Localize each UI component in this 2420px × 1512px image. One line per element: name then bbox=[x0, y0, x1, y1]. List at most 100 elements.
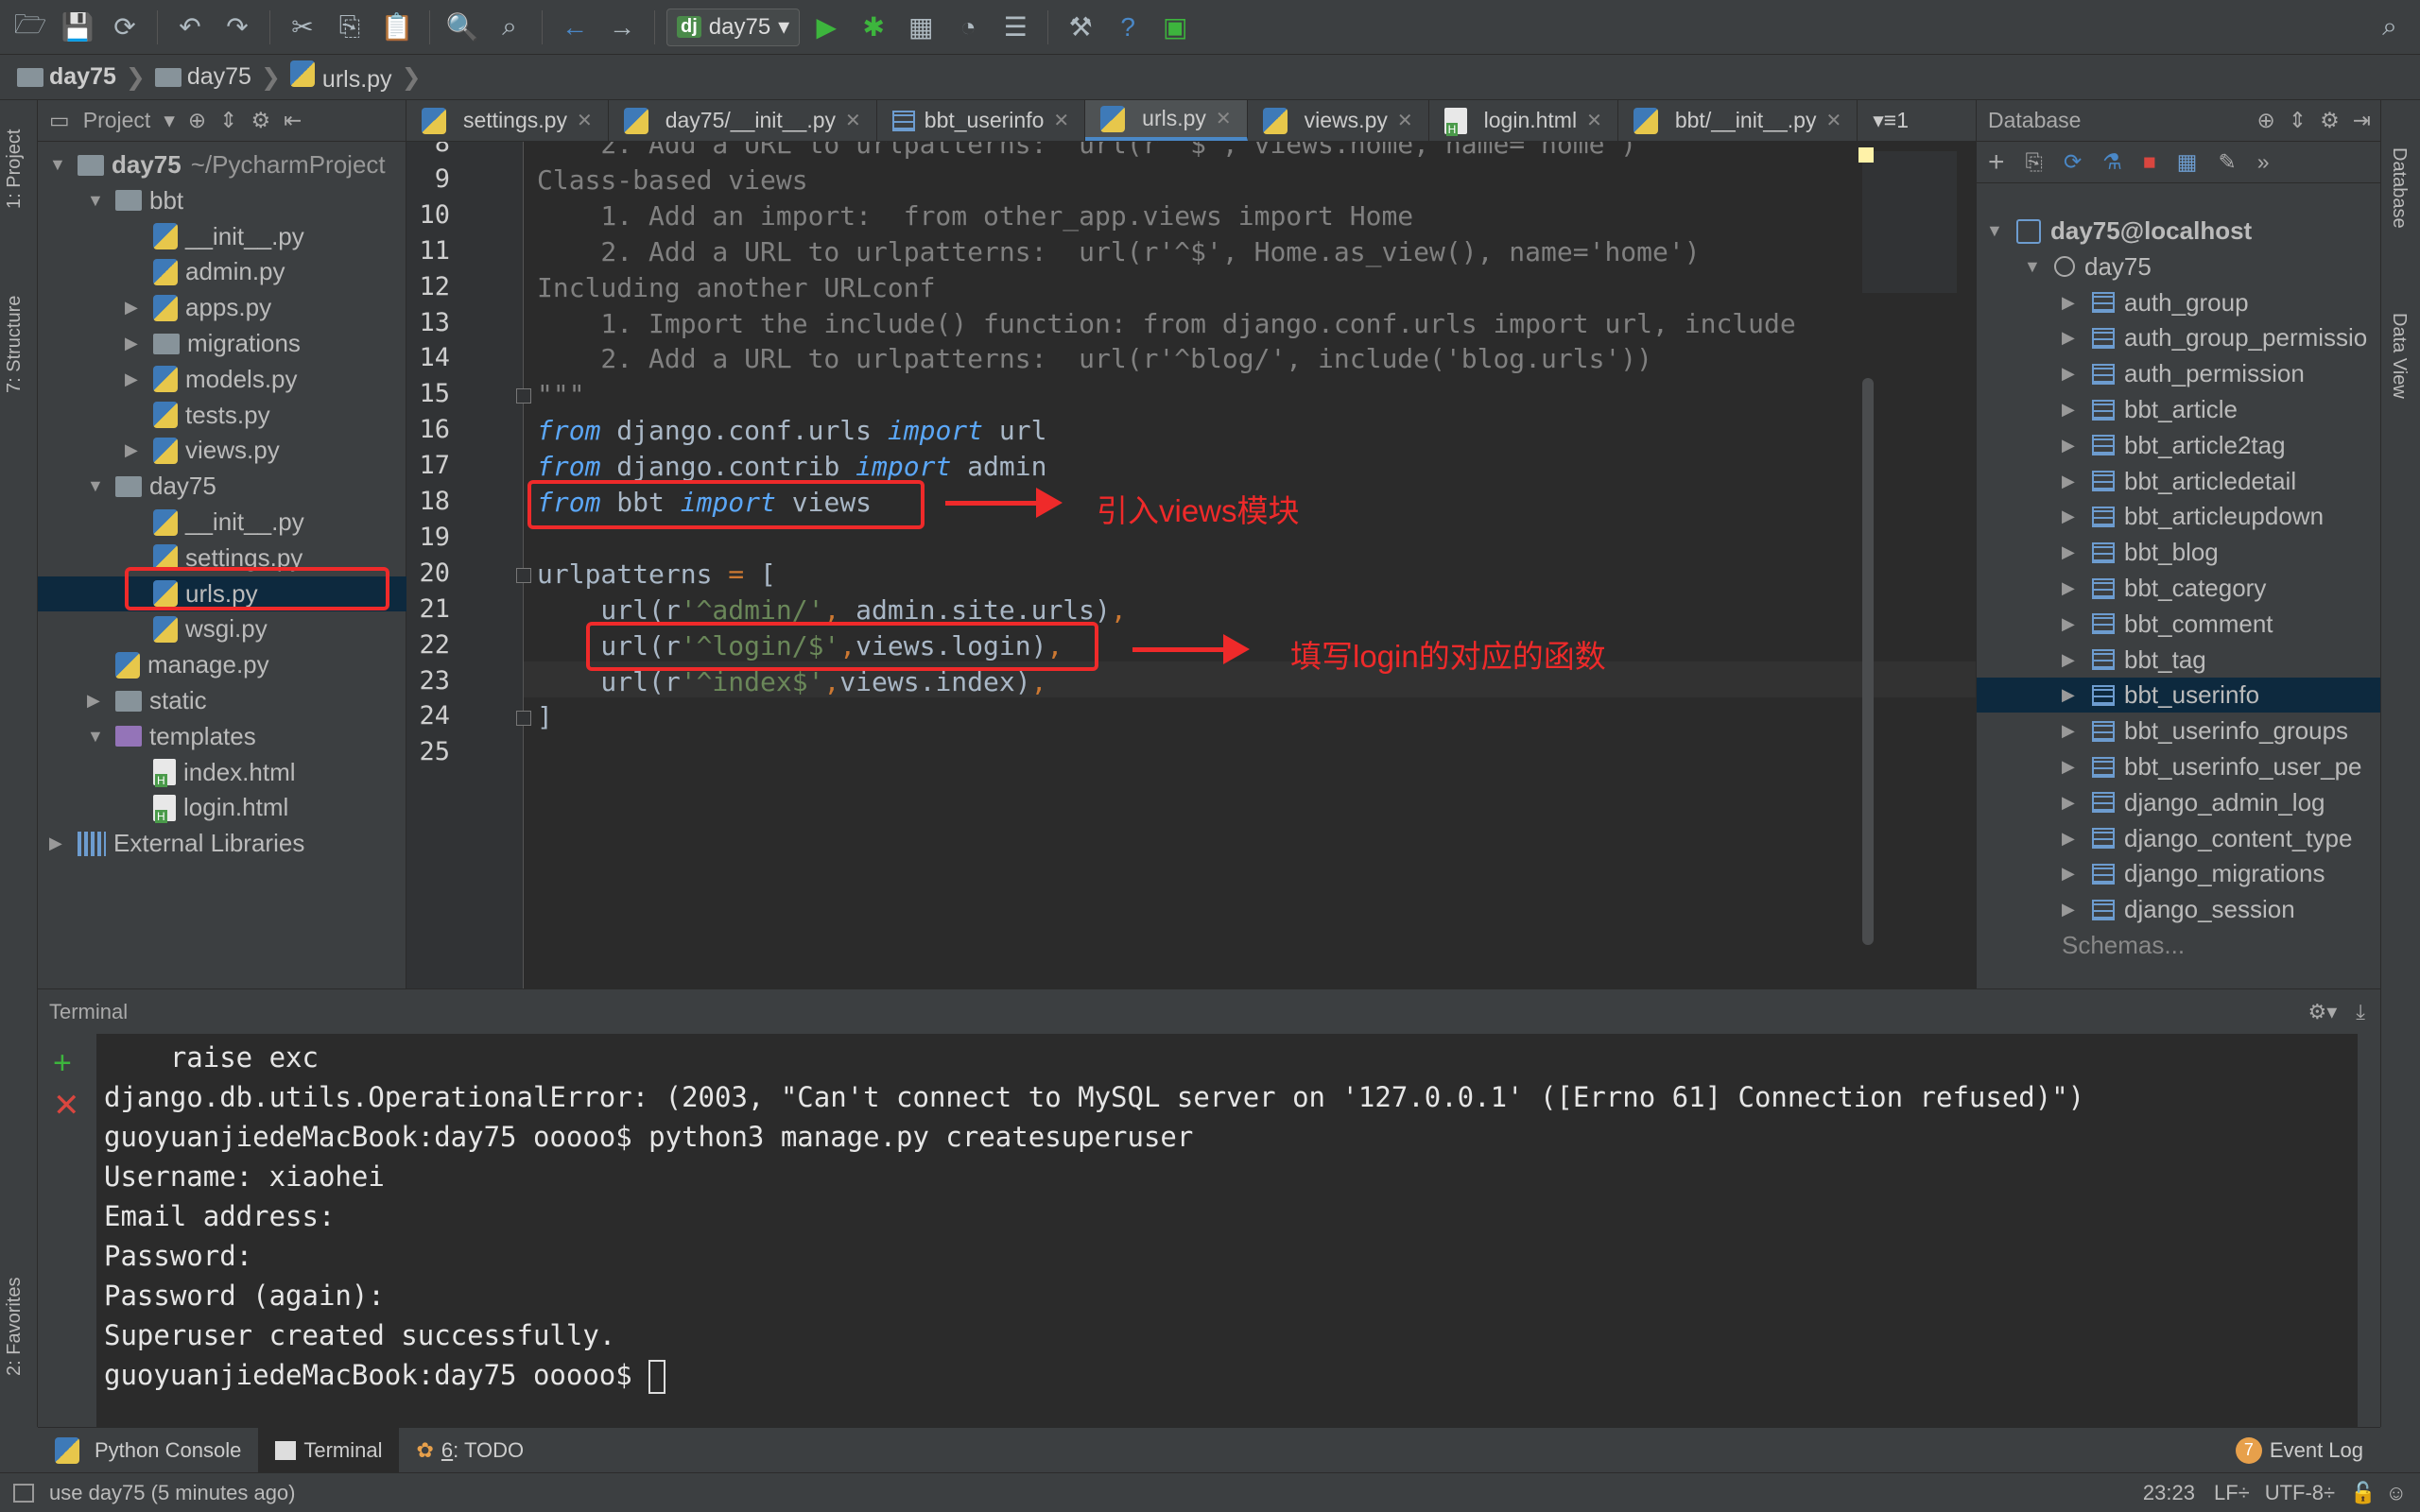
collapse-arrow-icon[interactable]: ▶ bbox=[2062, 829, 2081, 849]
collapse-arrow-icon[interactable]: ▶ bbox=[2062, 578, 2081, 598]
tree-item[interactable]: ▶ apps.py bbox=[38, 290, 271, 325]
fold-marker-icon[interactable] bbox=[516, 567, 531, 583]
terminal-panel[interactable]: + ✕ raise exc django.db.utils.Operational… bbox=[38, 1034, 2380, 1427]
schemas-link[interactable]: Schemas... bbox=[1977, 928, 2185, 963]
code-line[interactable]: Including another URLconf bbox=[537, 272, 935, 303]
db-table-item[interactable]: ▶ auth_group bbox=[1977, 285, 2249, 320]
expand-arrow-icon[interactable]: ▼ bbox=[87, 476, 106, 496]
tab-views-py[interactable]: views.py ✕ bbox=[1248, 100, 1429, 141]
project-tool-tab[interactable]: 1: Project bbox=[4, 129, 26, 209]
tree-item[interactable]: ▶ migrations bbox=[38, 326, 301, 361]
locate-icon[interactable]: ⊕ bbox=[2257, 108, 2275, 133]
collapse-arrow-icon[interactable]: ▶ bbox=[2062, 721, 2081, 741]
run-config-select[interactable]: dj day75 ▾ bbox=[666, 8, 801, 46]
status-message[interactable]: use day75 (5 minutes ago) bbox=[49, 1481, 2143, 1505]
structure-tool-tab[interactable]: 7: Structure bbox=[4, 296, 26, 393]
code-line[interactable]: """ bbox=[537, 379, 585, 410]
collapse-arrow-icon[interactable]: ▶ bbox=[2062, 864, 2081, 884]
python-console-tab[interactable]: Python Console bbox=[38, 1428, 258, 1472]
file-encoding[interactable]: UTF-8÷ bbox=[2265, 1481, 2335, 1505]
db-table-item[interactable]: ▶ auth_group_permissio bbox=[1977, 320, 2367, 355]
tree-item[interactable]: __init__.py bbox=[38, 219, 304, 254]
gear-icon[interactable]: ⚙ bbox=[2320, 108, 2340, 133]
db-table-item[interactable]: ▶ bbt_article bbox=[1977, 392, 2238, 427]
collapse-arrow-icon[interactable]: ▶ bbox=[2062, 614, 2081, 634]
code-line[interactable]: 1. Add an import: from other_app.views i… bbox=[537, 200, 1413, 232]
replace-icon[interactable]: ⌕ bbox=[489, 7, 530, 48]
db-table-item[interactable]: ▶ django_session bbox=[1977, 892, 2295, 927]
concurrency-icon[interactable]: ☰ bbox=[994, 7, 1036, 48]
refresh-icon[interactable]: ⟳ bbox=[2064, 149, 2082, 175]
code-editor[interactable]: 8 9 10 11 12 13 14 15 16 17 18 19 20 21 22 23 24 25 2. Ad… bbox=[406, 142, 1976, 988]
back-icon[interactable]: ← bbox=[554, 7, 596, 48]
db-table-item[interactable]: ▶ bbt_article2tag bbox=[1977, 428, 2286, 463]
hide-panel-icon[interactable]: ⇤ bbox=[284, 108, 302, 133]
code-minimap[interactable] bbox=[1862, 151, 1957, 293]
tree-item[interactable]: ▼ templates bbox=[38, 719, 256, 754]
tab-day75-init-py[interactable]: day75/__init__.py ✕ bbox=[609, 100, 877, 141]
collapse-arrow-icon[interactable]: ▶ bbox=[2062, 364, 2081, 384]
collapse-arrow-icon[interactable]: ▶ bbox=[2062, 900, 2081, 919]
collapse-arrow-icon[interactable]: ▶ bbox=[2062, 400, 2081, 420]
data-view-tool-tab[interactable]: Data View bbox=[2388, 313, 2410, 399]
code-line[interactable]: from django.conf.urls import url bbox=[537, 415, 1046, 446]
code-line[interactable]: ] bbox=[537, 701, 553, 732]
tree-item[interactable]: ▶ models.py bbox=[38, 362, 298, 397]
tab-bbt-init-py[interactable]: bbt/__init__.py ✕ bbox=[1618, 100, 1858, 141]
cut-icon[interactable]: ✂ bbox=[282, 7, 323, 48]
collapse-arrow-icon[interactable]: ▶ bbox=[49, 833, 68, 853]
tree-item[interactable]: ▼ bbt bbox=[38, 183, 183, 218]
sync-icon[interactable]: ⟳ bbox=[104, 7, 146, 48]
collapse-arrow-icon[interactable]: ▶ bbox=[2062, 436, 2081, 455]
collapse-arrow-icon[interactable]: ▶ bbox=[2062, 293, 2081, 313]
collapse-arrow-icon[interactable]: ▶ bbox=[125, 298, 144, 318]
code-line[interactable]: 2. Add a URL to urlpatterns: url(r'^$', … bbox=[537, 236, 1700, 267]
tree-item[interactable]: index.html bbox=[38, 755, 296, 790]
new-session-icon[interactable]: + bbox=[53, 1045, 72, 1082]
collapse-arrow-icon[interactable]: ▶ bbox=[2062, 757, 2081, 777]
db-table-item[interactable]: ▶ bbt_articleupdown bbox=[1977, 499, 2324, 534]
inspection-status-icon[interactable] bbox=[1858, 147, 1874, 163]
db-table-item[interactable]: ▶ auth_permission bbox=[1977, 356, 2305, 391]
fold-marker-icon[interactable] bbox=[516, 388, 531, 404]
chevron-down-icon[interactable]: ▾ bbox=[164, 108, 175, 133]
collapse-all-icon[interactable]: ⇕ bbox=[219, 108, 237, 133]
debug-icon[interactable]: ✱ bbox=[853, 7, 894, 48]
copy-icon[interactable]: ⎘ bbox=[329, 7, 371, 48]
fold-marker-icon[interactable] bbox=[516, 711, 531, 727]
db-table-item[interactable]: ▶ django_admin_log bbox=[1977, 785, 2325, 820]
find-icon[interactable]: 🔍 bbox=[441, 7, 483, 48]
locate-icon[interactable]: ⊕ bbox=[188, 108, 206, 133]
db-connection[interactable]: ▼ day75@localhost bbox=[1977, 214, 2252, 249]
db-schema[interactable]: ▼ day75 bbox=[1977, 249, 2152, 284]
db-table-item[interactable]: ▶ bbt_articledetail bbox=[1977, 464, 2296, 499]
run-icon[interactable]: ▶ bbox=[805, 7, 847, 48]
help-icon[interactable]: ? bbox=[1107, 7, 1149, 48]
gear-icon[interactable]: ⚙ bbox=[251, 108, 270, 133]
breadcrumb-item[interactable]: urls.py bbox=[289, 60, 392, 94]
code-line[interactable]: from django.contrib import admin bbox=[537, 451, 1046, 482]
expand-arrow-icon[interactable]: ▼ bbox=[87, 191, 106, 211]
tree-item[interactable]: __init__.py bbox=[38, 505, 304, 540]
lock-icon[interactable]: 🔓 bbox=[2350, 1481, 2376, 1505]
add-icon[interactable]: + bbox=[1988, 146, 2005, 179]
db-table-item[interactable]: ▶ bbt_blog bbox=[1977, 535, 2219, 570]
collapse-arrow-icon[interactable]: ▶ bbox=[2062, 328, 2081, 348]
close-session-icon[interactable]: ✕ bbox=[53, 1087, 80, 1125]
db-table-item[interactable]: ▶ django_migrations bbox=[1977, 856, 2325, 891]
tree-item[interactable]: ▶ views.py bbox=[38, 433, 280, 468]
save-icon[interactable]: 💾 bbox=[57, 7, 98, 48]
close-icon[interactable]: ✕ bbox=[1825, 109, 1841, 132]
tree-item[interactable]: ▼ day75 bbox=[38, 469, 216, 504]
cursor-position[interactable]: 23:23 bbox=[2143, 1481, 2195, 1505]
db-table-item[interactable]: ▶ bbt_comment bbox=[1977, 607, 2273, 642]
edit-icon[interactable]: ✎ bbox=[2218, 149, 2236, 175]
code-line[interactable]: 2. Add a URL to urlpatterns: url(r'^$', … bbox=[537, 142, 1636, 160]
expand-arrow-icon[interactable]: ▼ bbox=[1986, 221, 2005, 241]
coverage-icon[interactable]: ▦ bbox=[900, 7, 942, 48]
todo-tab[interactable]: ✿ 6: TODO bbox=[399, 1428, 541, 1472]
expand-arrow-icon[interactable]: ▼ bbox=[49, 155, 68, 175]
db-table-item[interactable]: ▶ django_content_type bbox=[1977, 821, 2352, 856]
event-log-tab[interactable]: 7 Event Log bbox=[2219, 1428, 2380, 1472]
open-folder-icon[interactable]: 🗁 bbox=[9, 7, 51, 48]
